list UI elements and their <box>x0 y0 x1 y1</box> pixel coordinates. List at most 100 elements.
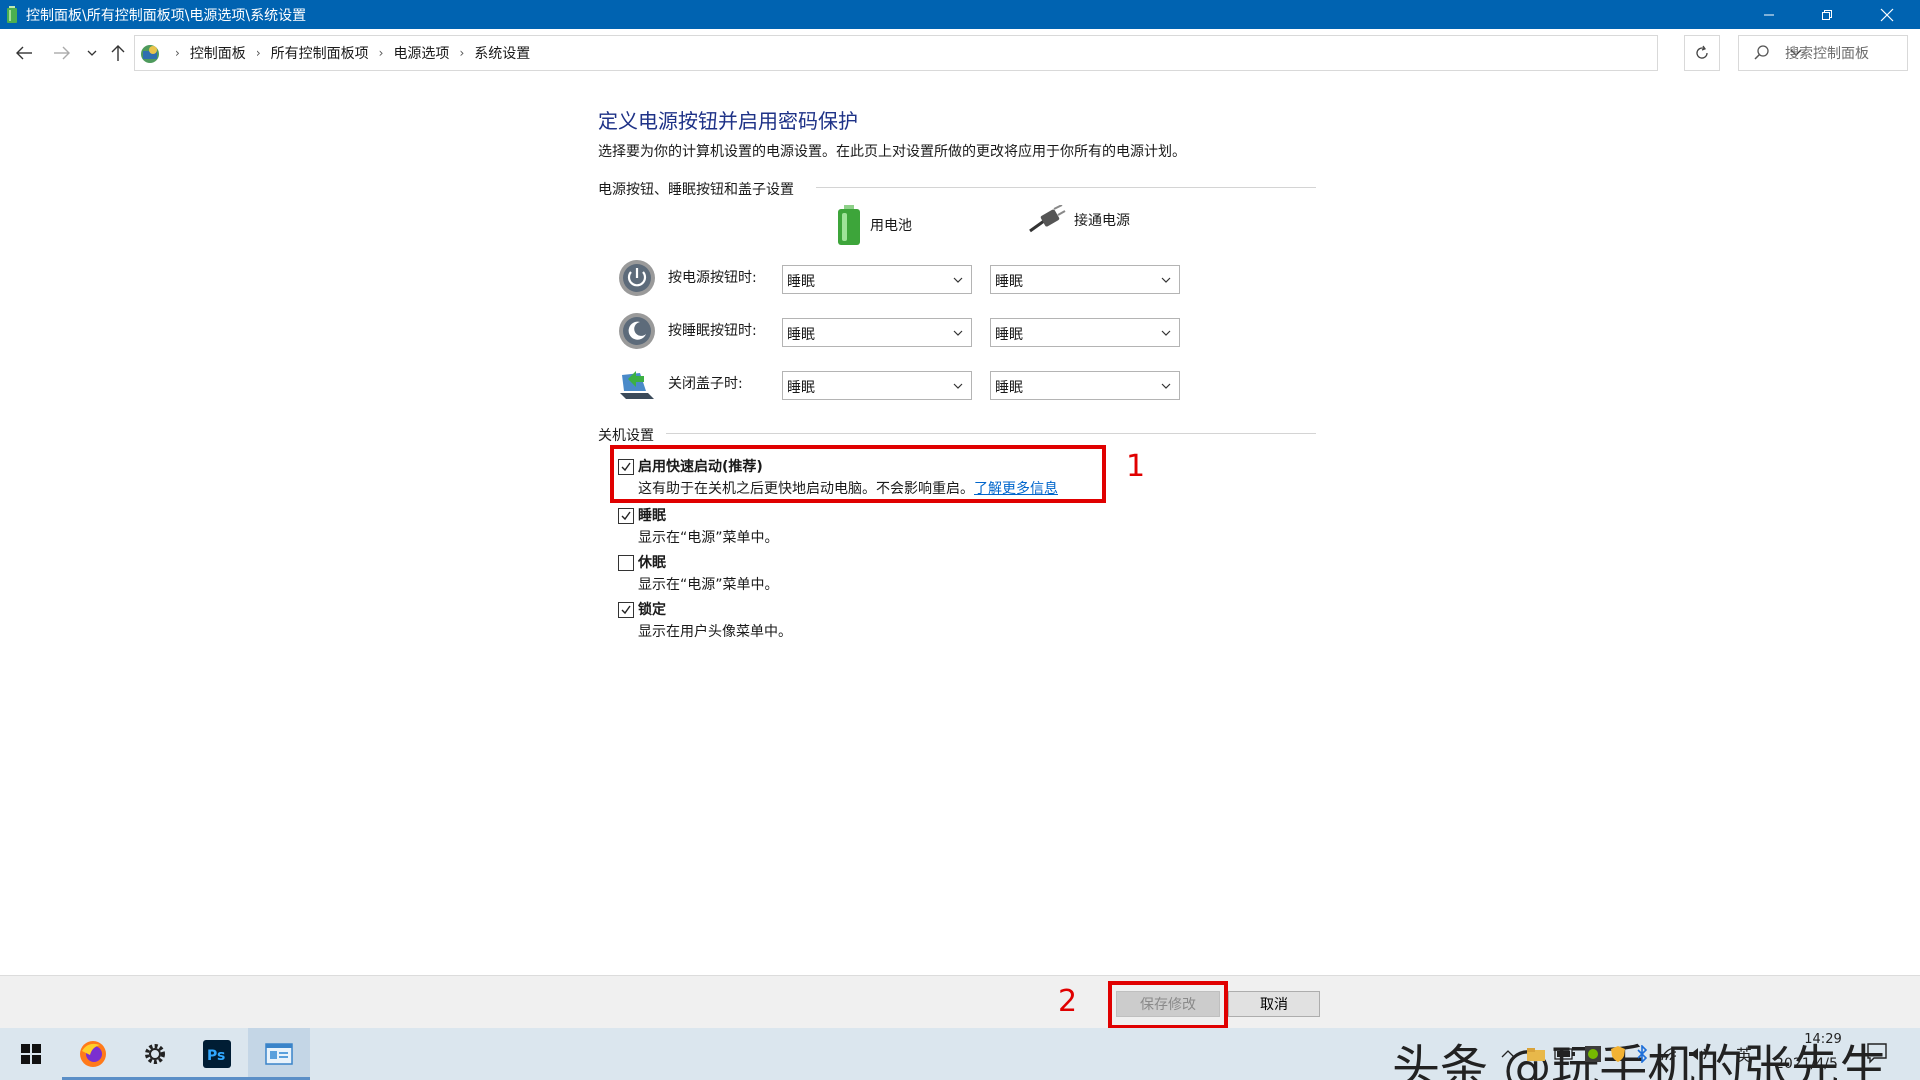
battery-icon <box>838 205 860 245</box>
search-box[interactable]: 搜索控制面板 <box>1738 35 1908 71</box>
show-hidden-icons-icon[interactable] <box>1500 1048 1516 1060</box>
input-language-indicator[interactable]: 英 <box>1736 1042 1752 1066</box>
battery-app-icon <box>7 6 17 23</box>
checkmark-icon <box>621 605 631 615</box>
main-content: 定义电源按钮并启用密码保护 选择要为你的计算机设置的电源设置。在此页上对设置所做… <box>0 77 1920 975</box>
battery-icon[interactable] <box>1554 1047 1576 1061</box>
restore-button[interactable] <box>1798 0 1856 29</box>
title-bar: 控制面板\所有控制面板项\电源选项\系统设置 <box>0 0 1920 29</box>
column-header-plugged: 接通电源 <box>1026 205 1130 235</box>
power-button-battery-select[interactable]: 睡眠 <box>782 265 972 294</box>
option-title: 锁定 <box>638 602 666 618</box>
notification-center-icon[interactable] <box>1866 1042 1888 1064</box>
setting-label: 按睡眠按钮时: <box>668 323 757 339</box>
breadcrumb-control-panel[interactable]: 控制面板 <box>190 43 246 63</box>
folder-icon[interactable] <box>1526 1046 1546 1062</box>
control-panel-window-icon <box>265 1043 293 1065</box>
sleep-checkbox[interactable] <box>618 508 634 524</box>
power-plug-icon <box>1029 205 1066 233</box>
forward-button[interactable] <box>50 41 74 65</box>
search-placeholder: 搜索控制面板 <box>1785 46 1869 62</box>
breadcrumb-separator-icon: › <box>255 46 261 60</box>
breadcrumb: › 控制面板 › 所有控制面板项 › 电源选项 › 系统设置 <box>165 36 530 70</box>
chevron-down-icon <box>87 50 97 56</box>
button-bar: 保存修改 取消 2 <box>0 975 1920 1029</box>
volume-icon[interactable] <box>1688 1046 1710 1062</box>
annotation-number-2: 2 <box>1058 984 1078 1019</box>
nvidia-icon[interactable] <box>1584 1045 1602 1063</box>
setting-row-power-button: 按电源按钮时: 睡眠 睡眠 <box>618 257 1180 297</box>
setting-label: 按电源按钮时: <box>668 270 757 286</box>
breadcrumb-separator-icon: › <box>459 46 465 60</box>
wifi-icon[interactable] <box>1660 1046 1680 1062</box>
lock-checkbox[interactable] <box>618 602 634 618</box>
windows-logo-icon <box>21 1044 41 1064</box>
sleep-option: 睡眠 显示在“电源”菜单中。 <box>618 505 1178 549</box>
recent-locations-button[interactable] <box>80 41 104 65</box>
group-label-power-buttons: 电源按钮、睡眠按钮和盖子设置 <box>598 182 794 198</box>
taskbar-settings[interactable] <box>124 1028 186 1080</box>
refresh-button[interactable] <box>1684 35 1720 71</box>
taskbar: Ps 头条 @玩手机的张先生 英 14:29 2021/4/5 <box>0 1028 1920 1080</box>
column-header-battery: 用电池 <box>836 205 912 245</box>
hibernate-checkbox[interactable] <box>618 555 634 571</box>
breadcrumb-separator-icon: › <box>378 46 384 60</box>
photoshop-icon: Ps <box>203 1040 231 1068</box>
lid-close-battery-select[interactable]: 睡眠 <box>782 371 972 400</box>
navigation-bar: › 控制面板 › 所有控制面板项 › 电源选项 › 系统设置 搜索控制面板 <box>0 29 1920 77</box>
page-title: 定义电源按钮并启用密码保护 <box>598 109 858 133</box>
column-label-plugged: 接通电源 <box>1074 213 1130 229</box>
close-button[interactable] <box>1858 0 1916 29</box>
arrow-left-icon <box>16 46 32 60</box>
option-description: 显示在“电源”菜单中。 <box>638 530 779 546</box>
sleep-button-battery-select[interactable]: 睡眠 <box>782 318 972 347</box>
breadcrumb-all-items[interactable]: 所有控制面板项 <box>271 43 369 63</box>
arrow-up-icon <box>111 45 125 61</box>
annotation-box-save <box>1108 981 1228 1029</box>
sleep-button-plugged-select[interactable]: 睡眠 <box>990 318 1180 347</box>
arrow-right-icon <box>54 46 70 60</box>
start-button[interactable] <box>0 1028 62 1080</box>
group-label-shutdown: 关机设置 <box>598 428 654 444</box>
back-button[interactable] <box>12 41 36 65</box>
up-button[interactable] <box>106 41 130 65</box>
refresh-icon <box>1696 45 1708 59</box>
column-label-battery: 用电池 <box>870 218 912 234</box>
search-icon <box>1754 45 1769 60</box>
gear-icon <box>145 1044 165 1064</box>
minimize-button[interactable] <box>1740 0 1798 29</box>
breadcrumb-system-settings[interactable]: 系统设置 <box>474 43 530 63</box>
lock-option: 锁定 显示在用户头像菜单中。 <box>618 599 1178 643</box>
breadcrumb-power-options[interactable]: 电源选项 <box>393 43 449 63</box>
clock-time[interactable]: 14:29 <box>1788 1032 1858 1047</box>
taskbar-firefox[interactable] <box>62 1028 124 1080</box>
sleep-button-icon <box>619 313 655 349</box>
power-button-icon <box>619 260 655 296</box>
restore-icon <box>1822 9 1832 20</box>
option-description: 显示在“电源”菜单中。 <box>638 577 779 593</box>
group-divider <box>666 433 1316 434</box>
address-bar[interactable]: › 控制面板 › 所有控制面板项 › 电源选项 › 系统设置 <box>134 35 1802 71</box>
setting-row-sleep-button: 按睡眠按钮时: 睡眠 睡眠 <box>618 310 1180 350</box>
chevron-down-icon <box>1161 330 1171 336</box>
annotation-number-1: 1 <box>1126 449 1146 484</box>
hibernate-option: 休眠 显示在“电源”菜单中。 <box>618 552 1178 596</box>
annotation-box-fast-startup <box>610 445 1106 503</box>
close-icon <box>1880 8 1894 21</box>
clock-date[interactable]: 2021/4/5 <box>1775 1056 1838 1072</box>
system-tray-icons <box>1500 1044 1710 1064</box>
power-button-plugged-select[interactable]: 睡眠 <box>990 265 1180 294</box>
chevron-down-icon <box>953 330 963 336</box>
option-title: 睡眠 <box>638 508 666 524</box>
breadcrumb-separator-icon: › <box>175 46 180 60</box>
bluetooth-icon[interactable] <box>1636 1045 1648 1063</box>
control-panel-icon <box>141 45 159 63</box>
chevron-down-icon <box>1161 383 1171 389</box>
taskbar-photoshop[interactable]: Ps <box>186 1028 248 1080</box>
svg-text:Ps: Ps <box>207 1048 225 1064</box>
taskbar-control-panel[interactable] <box>248 1028 310 1080</box>
lid-close-plugged-select[interactable]: 睡眠 <box>990 371 1180 400</box>
security-shield-icon[interactable] <box>1610 1045 1626 1063</box>
cancel-button[interactable]: 取消 <box>1228 991 1320 1017</box>
page-description: 选择要为你的计算机设置的电源设置。在此页上对设置所做的更改将应用于你所有的电源计… <box>598 144 1186 160</box>
